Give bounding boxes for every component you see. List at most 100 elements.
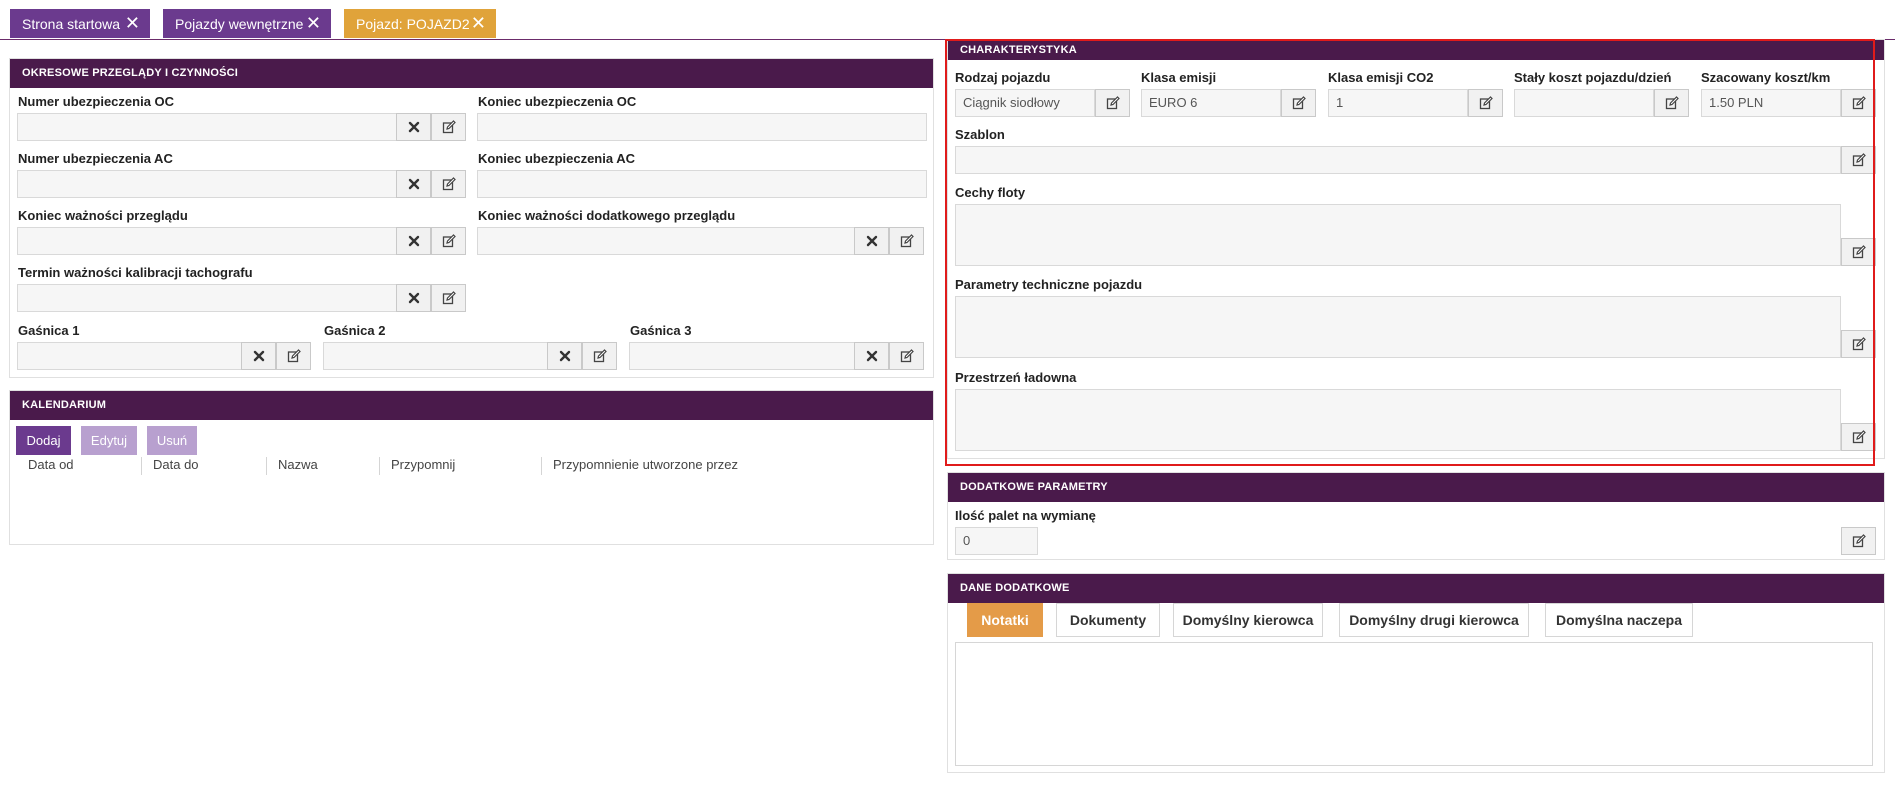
tab-internal-vehicles-label: Pojazdy wewnętrzne bbox=[175, 15, 304, 32]
pallets-input[interactable]: 0 bbox=[955, 527, 1038, 555]
periodic-inspections-panel: OKRESOWE PRZEGLĄDY I CZYNNOŚCI Numer ube… bbox=[9, 58, 934, 378]
close-icon[interactable]: ✕ bbox=[471, 13, 486, 33]
close-icon[interactable]: ✕ bbox=[306, 13, 321, 33]
column-remind[interactable]: Przypomnij bbox=[391, 457, 455, 472]
emission-class-label: Klasa emisji bbox=[1141, 70, 1217, 85]
fleet-features-label: Cechy floty bbox=[955, 185, 1026, 200]
edit-pallets-button[interactable] bbox=[1841, 527, 1876, 555]
clear-extinguisher-2-button[interactable] bbox=[547, 342, 582, 370]
calendar-title: KALENDARIUM bbox=[10, 391, 933, 420]
column-divider bbox=[141, 457, 142, 475]
column-divider bbox=[379, 457, 380, 475]
extinguisher-1-input[interactable] bbox=[17, 342, 247, 370]
clear-ac-number-button[interactable] bbox=[396, 170, 431, 198]
oc-number-input[interactable] bbox=[17, 113, 404, 141]
edit-fixed-cost-button[interactable] bbox=[1654, 89, 1689, 117]
edit-icon bbox=[442, 120, 456, 134]
edit-template-button[interactable] bbox=[1841, 146, 1876, 174]
characteristics-panel: CHARAKTERYSTYKA Rodzaj pojazdu Ciągnik s… bbox=[947, 39, 1885, 459]
co2-class-label: Klasa emisji CO2 bbox=[1328, 70, 1434, 85]
tab-notes[interactable]: Notatki bbox=[967, 603, 1043, 637]
template-label: Szablon bbox=[955, 127, 1005, 142]
tech-params-textarea[interactable] bbox=[955, 296, 1841, 358]
clear-icon bbox=[407, 291, 421, 305]
extra-inspection-end-label: Koniec ważności dodatkowego przeglądu bbox=[478, 208, 736, 223]
tab-vehicle[interactable]: Pojazd: POJAZD2 ✕ bbox=[344, 9, 496, 38]
extinguisher-3-label: Gaśnica 3 bbox=[630, 323, 692, 338]
edit-extinguisher-2-button[interactable] bbox=[582, 342, 617, 370]
edit-ac-number-button[interactable] bbox=[431, 170, 466, 198]
column-reminder-created-by[interactable]: Przypomnienie utworzone przez bbox=[553, 457, 738, 472]
template-input[interactable] bbox=[955, 146, 1841, 174]
close-icon[interactable]: ✕ bbox=[125, 13, 140, 33]
co2-class-input[interactable]: 1 bbox=[1328, 89, 1468, 117]
fleet-features-textarea[interactable] bbox=[955, 204, 1841, 266]
clear-icon bbox=[407, 177, 421, 191]
oc-end-input[interactable] bbox=[477, 113, 927, 141]
ac-number-input[interactable] bbox=[17, 170, 404, 198]
clear-extinguisher-1-button[interactable] bbox=[241, 342, 276, 370]
notes-area[interactable] bbox=[955, 642, 1873, 766]
ac-number-label: Numer ubezpieczenia AC bbox=[18, 151, 173, 166]
ac-end-input[interactable] bbox=[477, 170, 927, 198]
tab-documents[interactable]: Dokumenty bbox=[1056, 603, 1160, 637]
extinguisher-3-input[interactable] bbox=[629, 342, 859, 370]
tech-params-label: Parametry techniczne pojazdu bbox=[955, 277, 1143, 292]
extinguisher-2-label: Gaśnica 2 bbox=[324, 323, 386, 338]
tab-default-second-driver[interactable]: Domyślny drugi kierowca bbox=[1339, 603, 1529, 637]
extra-params-title: DODATKOWE PARAMETRY bbox=[948, 473, 1884, 502]
edit-est-cost-button[interactable] bbox=[1841, 89, 1876, 117]
clear-oc-number-button[interactable] bbox=[396, 113, 431, 141]
clear-tacho-calibration-button[interactable] bbox=[396, 284, 431, 312]
edit-tacho-calibration-button[interactable] bbox=[431, 284, 466, 312]
clear-extra-inspection-end-button[interactable] bbox=[854, 227, 889, 255]
clear-extinguisher-3-button[interactable] bbox=[854, 342, 889, 370]
edit-oc-number-button[interactable] bbox=[431, 113, 466, 141]
tacho-calibration-label: Termin ważności kalibracji tachografu bbox=[18, 265, 253, 280]
column-date-to[interactable]: Data do bbox=[153, 457, 199, 472]
column-date-from[interactable]: Data od bbox=[28, 457, 74, 472]
edit-extinguisher-1-button[interactable] bbox=[276, 342, 311, 370]
edit-extinguisher-3-button[interactable] bbox=[889, 342, 924, 370]
inspection-end-input[interactable] bbox=[17, 227, 404, 255]
emission-class-input[interactable]: EURO 6 bbox=[1141, 89, 1281, 117]
vehicle-type-input[interactable]: Ciągnik siodłowy bbox=[955, 89, 1095, 117]
tab-default-driver[interactable]: Domyślny kierowca bbox=[1173, 603, 1323, 637]
tacho-calibration-input[interactable] bbox=[17, 284, 404, 312]
edit-co2-class-button[interactable] bbox=[1468, 89, 1503, 117]
est-cost-input[interactable]: 1.50 PLN bbox=[1701, 89, 1841, 117]
fixed-cost-input[interactable] bbox=[1514, 89, 1654, 117]
edit-emission-class-button[interactable] bbox=[1281, 89, 1316, 117]
edit-fleet-features-button[interactable] bbox=[1841, 238, 1876, 266]
add-button[interactable]: Dodaj bbox=[16, 426, 71, 455]
edit-tech-params-button[interactable] bbox=[1841, 330, 1876, 358]
extinguisher-2-input[interactable] bbox=[323, 342, 553, 370]
edit-icon bbox=[1852, 96, 1866, 110]
clear-icon bbox=[407, 120, 421, 134]
additional-data-panel: DANE DODATKOWE Notatki Dokumenty Domyśln… bbox=[947, 573, 1885, 773]
edit-inspection-end-button[interactable] bbox=[431, 227, 466, 255]
edit-icon bbox=[442, 291, 456, 305]
inspection-end-label: Koniec ważności przeglądu bbox=[18, 208, 188, 223]
delete-button[interactable]: Usuń bbox=[147, 426, 197, 455]
clear-inspection-end-button[interactable] bbox=[396, 227, 431, 255]
edit-icon bbox=[1852, 153, 1866, 167]
oc-number-label: Numer ubezpieczenia OC bbox=[18, 94, 175, 109]
edit-extra-inspection-end-button[interactable] bbox=[889, 227, 924, 255]
edit-cargo-space-button[interactable] bbox=[1841, 423, 1876, 451]
tab-internal-vehicles[interactable]: Pojazdy wewnętrzne ✕ bbox=[163, 9, 331, 38]
edit-icon bbox=[900, 349, 914, 363]
edit-button[interactable]: Edytuj bbox=[81, 426, 137, 455]
edit-icon bbox=[1665, 96, 1679, 110]
extra-inspection-end-input[interactable] bbox=[477, 227, 862, 255]
calendar-panel: KALENDARIUM Dodaj Edytuj Usuń Data od Da… bbox=[9, 390, 934, 545]
edit-icon bbox=[1852, 245, 1866, 259]
tab-home[interactable]: Strona startowa ✕ bbox=[10, 9, 150, 38]
edit-vehicle-type-button[interactable] bbox=[1095, 89, 1130, 117]
cargo-space-textarea[interactable] bbox=[955, 389, 1841, 451]
periodic-inspections-title: OKRESOWE PRZEGLĄDY I CZYNNOŚCI bbox=[10, 59, 933, 88]
clear-icon bbox=[407, 234, 421, 248]
tab-default-trailer[interactable]: Domyślna naczepa bbox=[1545, 603, 1693, 637]
column-name[interactable]: Nazwa bbox=[278, 457, 318, 472]
tab-home-label: Strona startowa bbox=[22, 15, 121, 32]
